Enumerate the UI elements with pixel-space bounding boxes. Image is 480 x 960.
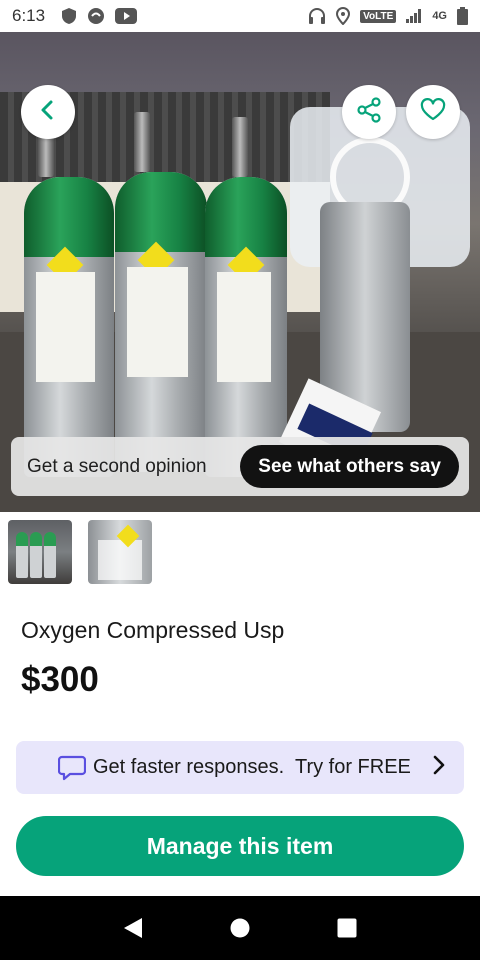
chevron-left-icon — [37, 99, 59, 126]
signal-icon — [406, 9, 422, 23]
share-button[interactable] — [342, 85, 396, 139]
thumbnail-1[interactable] — [8, 520, 72, 584]
network-label: 4G — [432, 10, 447, 22]
headphones-icon — [308, 7, 326, 25]
heart-outline-icon — [420, 97, 446, 127]
photo-cylinder — [115, 172, 207, 472]
promo-cta: Try for FREE — [294, 756, 411, 778]
item-title: Oxygen Compressed Usp — [21, 617, 285, 643]
back-button[interactable] — [21, 85, 75, 139]
nav-recents-icon[interactable] — [327, 908, 367, 948]
promo-text: Get faster responses. Try for FREE — [93, 756, 411, 779]
status-bar: 6:13 VoLTE 4G — [0, 0, 480, 32]
nav-back-icon[interactable] — [113, 908, 153, 948]
status-time: 6:13 — [12, 6, 46, 25]
share-icon — [356, 96, 382, 128]
opinion-text: Get a second opinion — [27, 455, 207, 477]
see-what-others-say-button[interactable]: See what others say — [240, 445, 459, 488]
photo-cylinder — [205, 177, 287, 477]
photo-valve — [232, 117, 248, 177]
photo-valve — [134, 112, 150, 172]
thumbnail-2[interactable] — [88, 520, 152, 584]
browser-icon — [87, 7, 105, 25]
system-nav-bar — [0, 896, 480, 960]
favorite-button[interactable] — [406, 85, 460, 139]
chevron-right-icon — [432, 754, 446, 781]
shield-icon — [61, 7, 77, 25]
volte-badge: VoLTE — [360, 9, 397, 23]
thumbnail-strip — [8, 520, 152, 584]
second-opinion-bar: Get a second opinion See what others say — [11, 437, 469, 496]
location-icon — [336, 7, 351, 25]
nav-home-icon[interactable] — [220, 908, 260, 948]
youtube-icon — [115, 8, 138, 24]
photo-cylinder — [24, 177, 114, 477]
chat-bubble-icon — [57, 755, 87, 786]
faster-responses-banner[interactable]: Get faster responses. Try for FREE — [16, 741, 464, 794]
promo-message: Get faster responses. — [93, 756, 285, 778]
item-price: $300 — [21, 660, 99, 699]
battery-icon — [457, 7, 468, 25]
manage-item-button[interactable]: Manage this item — [16, 816, 464, 876]
